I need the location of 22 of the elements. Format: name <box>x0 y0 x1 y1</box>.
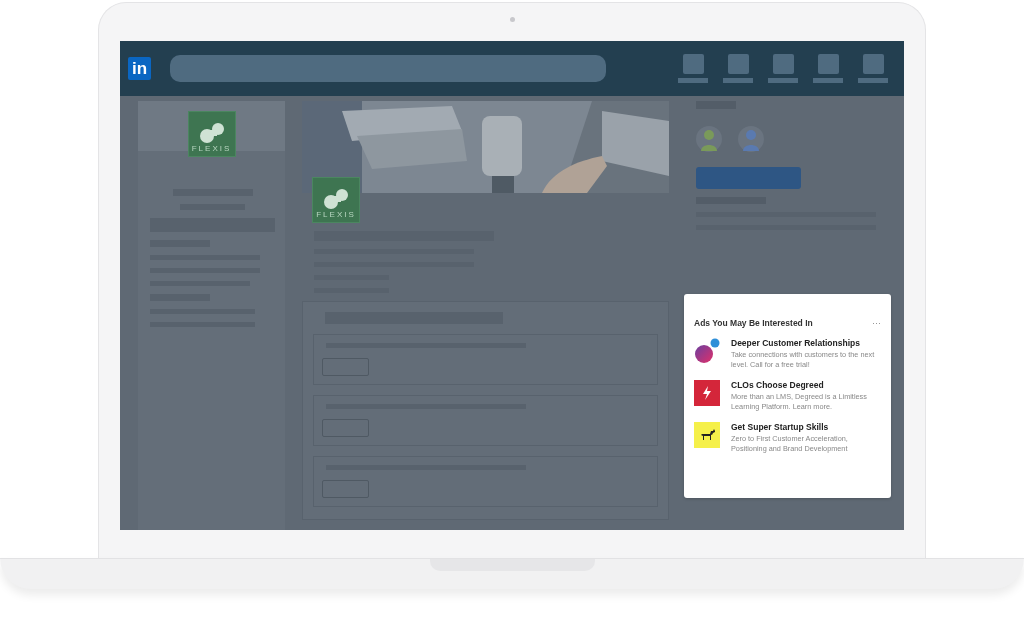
more-menu[interactable]: ··· <box>872 318 881 328</box>
app-logo[interactable]: in <box>128 57 151 80</box>
moose-logo-icon <box>694 422 720 448</box>
nav-icon[interactable] <box>768 54 798 83</box>
nav-icon[interactable] <box>723 54 753 83</box>
logo-icon <box>197 122 226 144</box>
ad-title[interactable]: Get Super Startup Skills <box>731 422 881 432</box>
card-title: Ads You May Be Interested In <box>694 318 813 328</box>
avatar-icon <box>696 125 722 153</box>
search-field[interactable] <box>170 55 606 82</box>
lightning-logo-icon <box>694 380 720 406</box>
nav-icon[interactable] <box>813 54 843 83</box>
avatar-icon <box>738 125 764 153</box>
nav-icon[interactable] <box>858 54 888 83</box>
logo-text: FLEXIS <box>191 144 232 153</box>
camera-icon <box>509 17 515 22</box>
ad-title[interactable]: Deeper Customer Relationships <box>731 338 881 348</box>
nav-icon[interactable] <box>678 54 708 83</box>
logo-icon <box>322 188 350 210</box>
logo-text: FLEXIS <box>316 210 356 219</box>
orb-logo-icon <box>694 338 720 364</box>
ad-title[interactable]: CLOs Choose Degreed <box>731 380 881 390</box>
